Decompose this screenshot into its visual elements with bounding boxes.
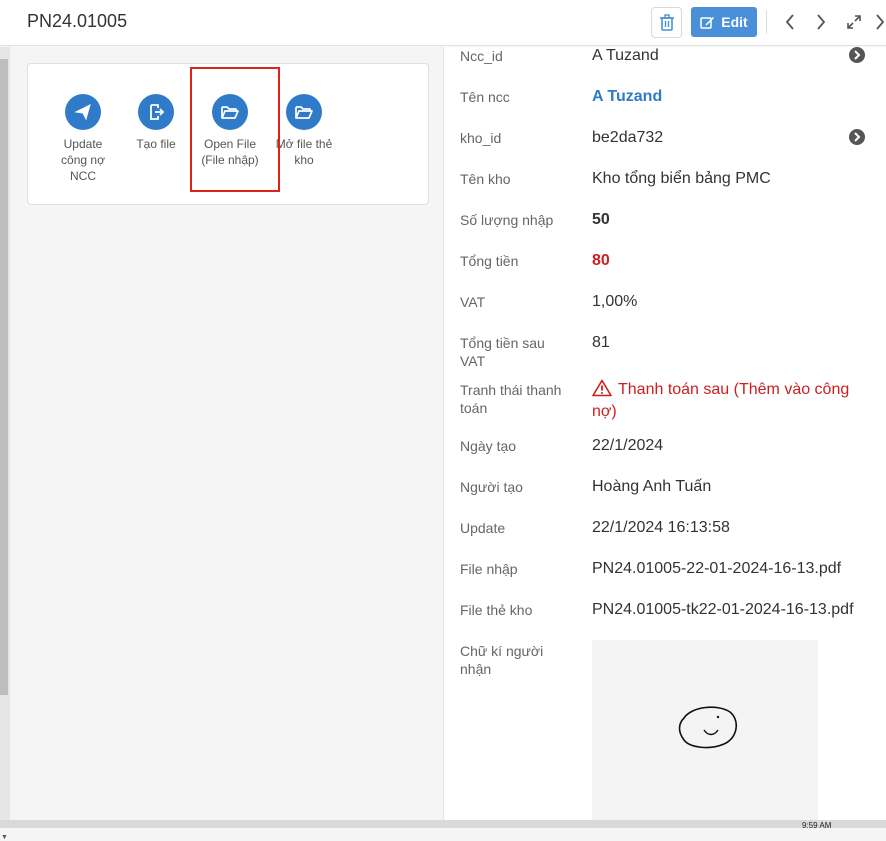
field-value: A Tuzand bbox=[592, 47, 659, 64]
field-label: Tranh thái thanh toán bbox=[460, 382, 562, 416]
field-value: Kho tổng biển bảng PMC bbox=[592, 170, 771, 187]
warning-icon bbox=[592, 379, 612, 397]
field-value: 81 bbox=[592, 334, 610, 351]
scrollbar[interactable]: ▼ bbox=[0, 47, 10, 841]
tao-file-button[interactable]: Tạo file bbox=[116, 94, 196, 152]
supplier-link[interactable]: A Tuzand bbox=[592, 86, 862, 108]
field-label: Số lượng nhập bbox=[460, 212, 554, 228]
taskbar: 9:59 AM bbox=[0, 820, 886, 830]
action-label: Tạo file bbox=[136, 137, 176, 151]
export-file-icon bbox=[138, 94, 174, 130]
field-label: Tổng tiền bbox=[460, 253, 519, 269]
expand-button[interactable] bbox=[842, 9, 866, 35]
signature-image bbox=[592, 640, 818, 820]
field-label: File nhập bbox=[460, 561, 518, 577]
page-title: PN24.01005 bbox=[27, 11, 128, 31]
field-value: 80 bbox=[592, 252, 610, 269]
field-label: Tổng tiền sau VAT bbox=[460, 335, 545, 369]
field-label: Tên ncc bbox=[460, 89, 510, 105]
edit-button[interactable]: Edit bbox=[691, 7, 757, 37]
file-the-kho-link[interactable]: PN24.01005-tk22-01-2024-16-13.pdf bbox=[592, 599, 862, 621]
next-record-button[interactable] bbox=[809, 9, 833, 35]
field-value: 22/1/2024 16:13:58 bbox=[592, 519, 730, 536]
send-icon bbox=[65, 94, 101, 130]
field-value: 1,00% bbox=[592, 293, 638, 310]
action-label: Update công nợ NCC bbox=[61, 137, 105, 183]
field-value: 50 bbox=[592, 211, 610, 228]
chevron-right-icon bbox=[817, 14, 826, 30]
payment-status-value: Thanh toán sau (Thêm vào công nợ) bbox=[592, 379, 850, 420]
edit-button-label: Edit bbox=[721, 14, 748, 30]
signature-drawing bbox=[678, 706, 737, 749]
field-label: Update bbox=[460, 520, 506, 536]
file-nhap-link[interactable]: PN24.01005-22-01-2024-16-13.pdf bbox=[592, 558, 862, 580]
annotation-highlight-box bbox=[190, 67, 280, 192]
toolbar-divider bbox=[766, 10, 767, 34]
field-label: Ncc_id bbox=[460, 48, 503, 64]
field-label: VAT bbox=[460, 294, 486, 310]
chevron-left-icon bbox=[785, 14, 794, 30]
field-label: Ngày tạo bbox=[460, 438, 517, 454]
details-panel: Ncc_id A Tuzand Tên ncc A Tuzand kho_id … bbox=[443, 47, 886, 820]
scroll-down-icon[interactable]: ▼ bbox=[1, 834, 8, 841]
previous-record-button[interactable] bbox=[778, 9, 802, 35]
update-cong-no-ncc-button[interactable]: Update công nợ NCC bbox=[43, 94, 123, 184]
field-value: be2da732 bbox=[592, 129, 664, 146]
scrollbar-thumb[interactable] bbox=[0, 59, 8, 695]
chevron-right-circle-icon[interactable] bbox=[849, 47, 865, 63]
delete-button[interactable] bbox=[651, 7, 682, 38]
field-value: 22/1/2024 bbox=[592, 437, 664, 454]
field-label: kho_id bbox=[460, 130, 502, 146]
chevron-right-icon bbox=[876, 14, 885, 30]
expand-icon bbox=[847, 15, 861, 29]
close-panel-button[interactable] bbox=[873, 9, 886, 35]
taskbar-clock: 9:59 AM bbox=[802, 821, 832, 830]
record-header: PN24.01005 Edit bbox=[0, 0, 886, 46]
field-label: File thẻ kho bbox=[460, 602, 533, 618]
field-label: Tên kho bbox=[460, 171, 511, 187]
field-value: Hoàng Anh Tuấn bbox=[592, 478, 712, 495]
folder-open-icon bbox=[286, 94, 322, 130]
chevron-right-circle-icon[interactable] bbox=[849, 129, 865, 145]
field-label: Chữ kí người nhận bbox=[460, 643, 544, 677]
edit-icon bbox=[700, 16, 715, 29]
field-label: Người tạo bbox=[460, 479, 523, 495]
trash-icon bbox=[659, 13, 674, 31]
